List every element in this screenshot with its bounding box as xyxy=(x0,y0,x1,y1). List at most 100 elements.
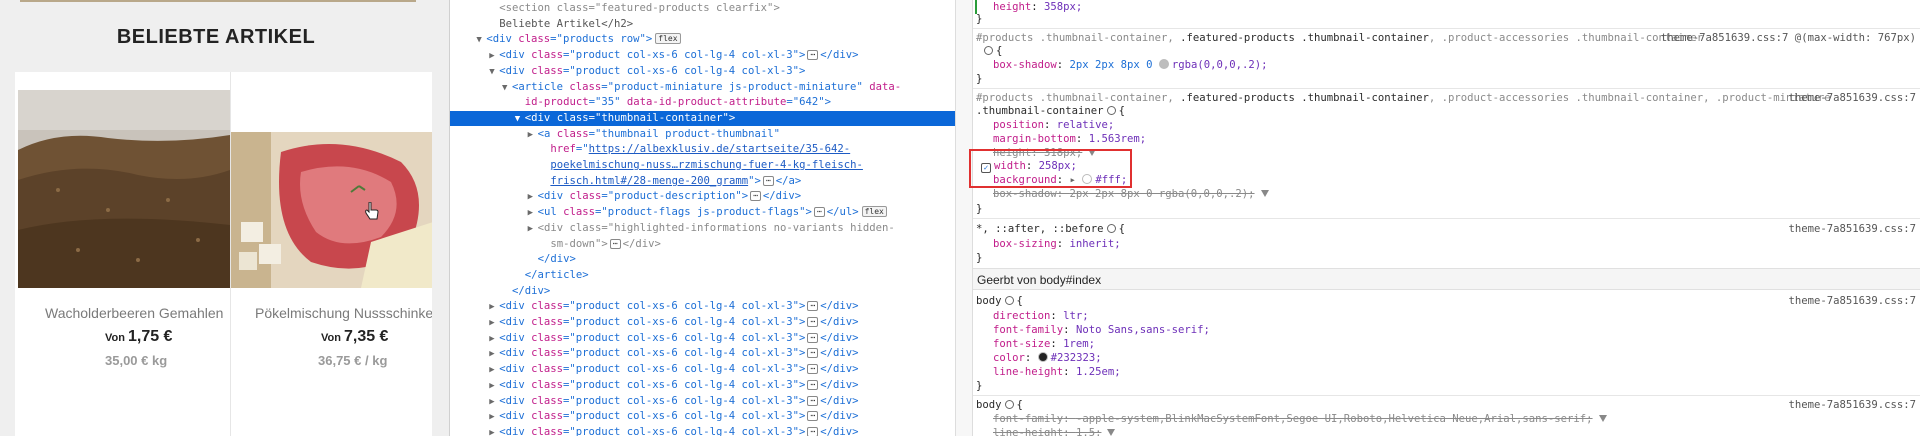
rule-source-link[interactable]: theme-7a851639.css:7 xyxy=(1788,294,1916,308)
property-name[interactable]: font-family xyxy=(993,324,1063,336)
flex-badge[interactable]: flex xyxy=(655,33,681,45)
dom-node[interactable]: href="https://albexklusiv.de/startseite/… xyxy=(450,142,955,158)
ellipsis-button[interactable]: ⋯ xyxy=(807,332,819,343)
product-name[interactable]: Pökelmischung Nussschinken xyxy=(255,305,432,321)
rule-selector-cont[interactable]: .thumbnail-container{ xyxy=(976,104,1125,118)
property-name[interactable]: font-family xyxy=(993,413,1063,425)
dom-node[interactable]: poekelmischung-nuss…rzmischung-fuer-4-kg… xyxy=(450,158,955,174)
href-link[interactable]: frisch.html#/28-menge-200_gramm xyxy=(550,175,748,187)
flex-badge[interactable]: flex xyxy=(861,206,887,218)
property-name[interactable]: color xyxy=(993,352,1025,364)
dom-node[interactable]: id-product="35" data-id-product-attribut… xyxy=(450,95,955,111)
rule-selector[interactable]: body{ xyxy=(976,398,1023,412)
dom-node[interactable]: ▶ <div class="product col-xs-6 col-lg-4 c… xyxy=(450,425,955,436)
dom-node[interactable]: ▶ <a class="thumbnail product-thumbnail" xyxy=(450,127,955,143)
rule-declaration[interactable]: direction: ltr; xyxy=(993,309,1089,323)
rule-declaration[interactable]: color: #232323; xyxy=(993,351,1102,365)
panel-splitter[interactable] xyxy=(955,0,973,436)
rule-declaration[interactable]: box-shadow: 2px 2px 8px 0 rgba(0,0,0,.2)… xyxy=(993,58,1268,72)
property-name[interactable]: position xyxy=(993,119,1044,131)
product-image[interactable] xyxy=(18,90,230,288)
property-name[interactable]: direction xyxy=(993,310,1050,322)
property-value[interactable]: 1rem; xyxy=(1063,338,1095,350)
collapse-arrow-icon[interactable]: ▶ xyxy=(489,347,499,363)
property-value[interactable]: #232323; xyxy=(1051,352,1102,364)
product-card[interactable]: Wacholderbeeren Gemahlen Von 1,75 € 35,00… xyxy=(15,72,230,436)
dom-node[interactable]: ▶ <div class="product-description"> ⋯ </div… xyxy=(450,189,955,205)
rule-source-link[interactable]: theme-7a851639.css:7 xyxy=(1788,398,1916,412)
gear-icon[interactable] xyxy=(1106,106,1116,115)
dom-node[interactable]: ▶ <div class="product col-xs-6 col-lg-4 c… xyxy=(450,394,955,410)
dom-node[interactable]: ▶ <div class="highlighted-informations no… xyxy=(450,221,955,237)
property-value[interactable]: 1.563rem; xyxy=(1089,133,1146,145)
filter-icon[interactable] xyxy=(1107,429,1116,436)
ellipsis-button[interactable]: ⋯ xyxy=(807,411,819,422)
ellipsis-button[interactable]: ⋯ xyxy=(807,426,819,436)
dom-node[interactable]: ▶ <div class="product col-xs-6 col-lg-4 c… xyxy=(450,315,955,331)
property-value[interactable]: 1.5; xyxy=(1076,427,1102,436)
dom-inspector[interactable]: <section class="featured-products clearf… xyxy=(450,0,955,436)
gear-icon[interactable] xyxy=(984,46,993,55)
ellipsis-button[interactable]: ⋯ xyxy=(807,379,819,390)
rule-declaration[interactable]: line-height: 1.5; xyxy=(993,426,1116,436)
dom-node[interactable]: ▶ <div class="product col-xs-6 col-lg-4 c… xyxy=(450,362,955,378)
collapse-arrow-icon[interactable]: ▶ xyxy=(489,300,499,316)
ellipsis-button[interactable]: ⋯ xyxy=(609,238,621,249)
rule-selector[interactable]: #products .thumbnail-container, .feature… xyxy=(976,91,1831,105)
rule-declaration[interactable]: position: relative; xyxy=(993,118,1114,132)
ellipsis-button[interactable]: ⋯ xyxy=(807,348,819,359)
filter-icon[interactable] xyxy=(1260,190,1269,197)
expand-arrow-icon[interactable]: ▼ xyxy=(476,33,486,49)
property-value[interactable]: Noto Sans,sans-serif; xyxy=(1076,324,1210,336)
collapse-arrow-icon[interactable]: ▶ xyxy=(489,379,499,395)
rule-declaration[interactable]: box-shadow: 2px 2px 8px 0 rgba(0,0,0,.2)… xyxy=(993,187,1269,201)
dom-node[interactable]: ▼ <div class="products row"> flex xyxy=(450,32,955,48)
dom-node[interactable]: ▶ <div class="product col-xs-6 col-lg-4 c… xyxy=(450,409,955,425)
ellipsis-button[interactable]: ⋯ xyxy=(750,191,761,202)
rule-source-link[interactable]: theme-7a851639.css:7 xyxy=(1788,91,1916,105)
rule-source-link[interactable]: theme-7a851639.css:7 xyxy=(1788,222,1916,236)
dom-node[interactable]: ▼ <article class="product-miniature js-pr… xyxy=(450,80,955,96)
collapse-arrow-icon[interactable]: ▶ xyxy=(528,190,538,206)
css-rules-panel[interactable]: height: 358px; } #products .thumbnail-co… xyxy=(973,0,1920,436)
rule-selector[interactable]: *, ::after, ::before{ xyxy=(976,222,1125,236)
gear-icon[interactable] xyxy=(1106,224,1116,233)
product-card[interactable]: Pökelmischung Nussschinken Von 7,35 € 36,… xyxy=(230,72,432,436)
property-name[interactable]: margin-bottom xyxy=(993,133,1076,145)
property-name[interactable]: box-shadow xyxy=(993,188,1057,200)
property-name[interactable]: line-height xyxy=(993,427,1063,436)
collapse-arrow-icon[interactable]: ▶ xyxy=(489,410,499,426)
collapse-arrow-icon[interactable]: ▶ xyxy=(489,332,499,348)
ellipsis-button[interactable]: ⋯ xyxy=(762,175,774,186)
ellipsis-button[interactable]: ⋯ xyxy=(807,50,819,61)
rule-source-link[interactable]: theme-7a851639.css:7 @(max-width: 767px) xyxy=(1661,31,1916,45)
property-value[interactable]: 1.25em; xyxy=(1076,366,1121,378)
collapse-arrow-icon[interactable]: ▶ xyxy=(528,206,538,222)
collapse-arrow-icon[interactable]: ▶ xyxy=(489,316,499,332)
property-value[interactable]: ltr; xyxy=(1063,310,1089,322)
property-value[interactable]: 2px 2px 8px 0 rgba(0,0,0,.2); xyxy=(1070,188,1255,200)
dom-node[interactable]: ▼ <div class="product col-xs-6 col-lg-4 c… xyxy=(450,64,955,80)
filter-icon[interactable] xyxy=(1598,415,1607,422)
dom-node[interactable]: ▶ <div class="product col-xs-6 col-lg-4 c… xyxy=(450,378,955,394)
rule-selector[interactable]: body{ xyxy=(976,294,1023,308)
collapse-arrow-icon[interactable]: ▶ xyxy=(489,49,499,65)
dom-node[interactable]: frisch.html#/28-menge-200_gramm"> ⋯ </a> xyxy=(450,174,955,190)
rule-selector[interactable]: #products .thumbnail-container, .feature… xyxy=(976,31,1703,45)
collapse-arrow-icon[interactable]: ▶ xyxy=(489,426,499,436)
ellipsis-button[interactable]: ⋯ xyxy=(807,364,819,375)
expand-arrow-icon[interactable]: ▼ xyxy=(502,81,512,97)
dom-node[interactable]: Beliebte Artikel</h2> xyxy=(450,17,955,33)
ellipsis-button[interactable]: ⋯ xyxy=(807,395,819,406)
color-swatch-icon[interactable] xyxy=(1037,352,1048,362)
rule-declaration[interactable]: font-size: 1rem; xyxy=(993,337,1095,351)
expand-arrow-icon[interactable]: ▼ xyxy=(489,65,499,81)
property-value[interactable]: -apple-system,BlinkMacSystemFont,Segoe U… xyxy=(1076,413,1593,425)
rule-declaration[interactable]: margin-bottom: 1.563rem; xyxy=(993,132,1146,146)
product-image[interactable] xyxy=(231,132,432,288)
rule-declaration[interactable]: line-height: 1.25em; xyxy=(993,365,1121,379)
collapse-arrow-icon[interactable]: ▶ xyxy=(528,128,538,144)
dom-node[interactable]: ▶ <ul class="product-flags js-product-fla… xyxy=(450,205,955,221)
ellipsis-button[interactable]: ⋯ xyxy=(813,207,825,218)
dom-node[interactable]: <section class="featured-products clearf… xyxy=(450,1,955,17)
